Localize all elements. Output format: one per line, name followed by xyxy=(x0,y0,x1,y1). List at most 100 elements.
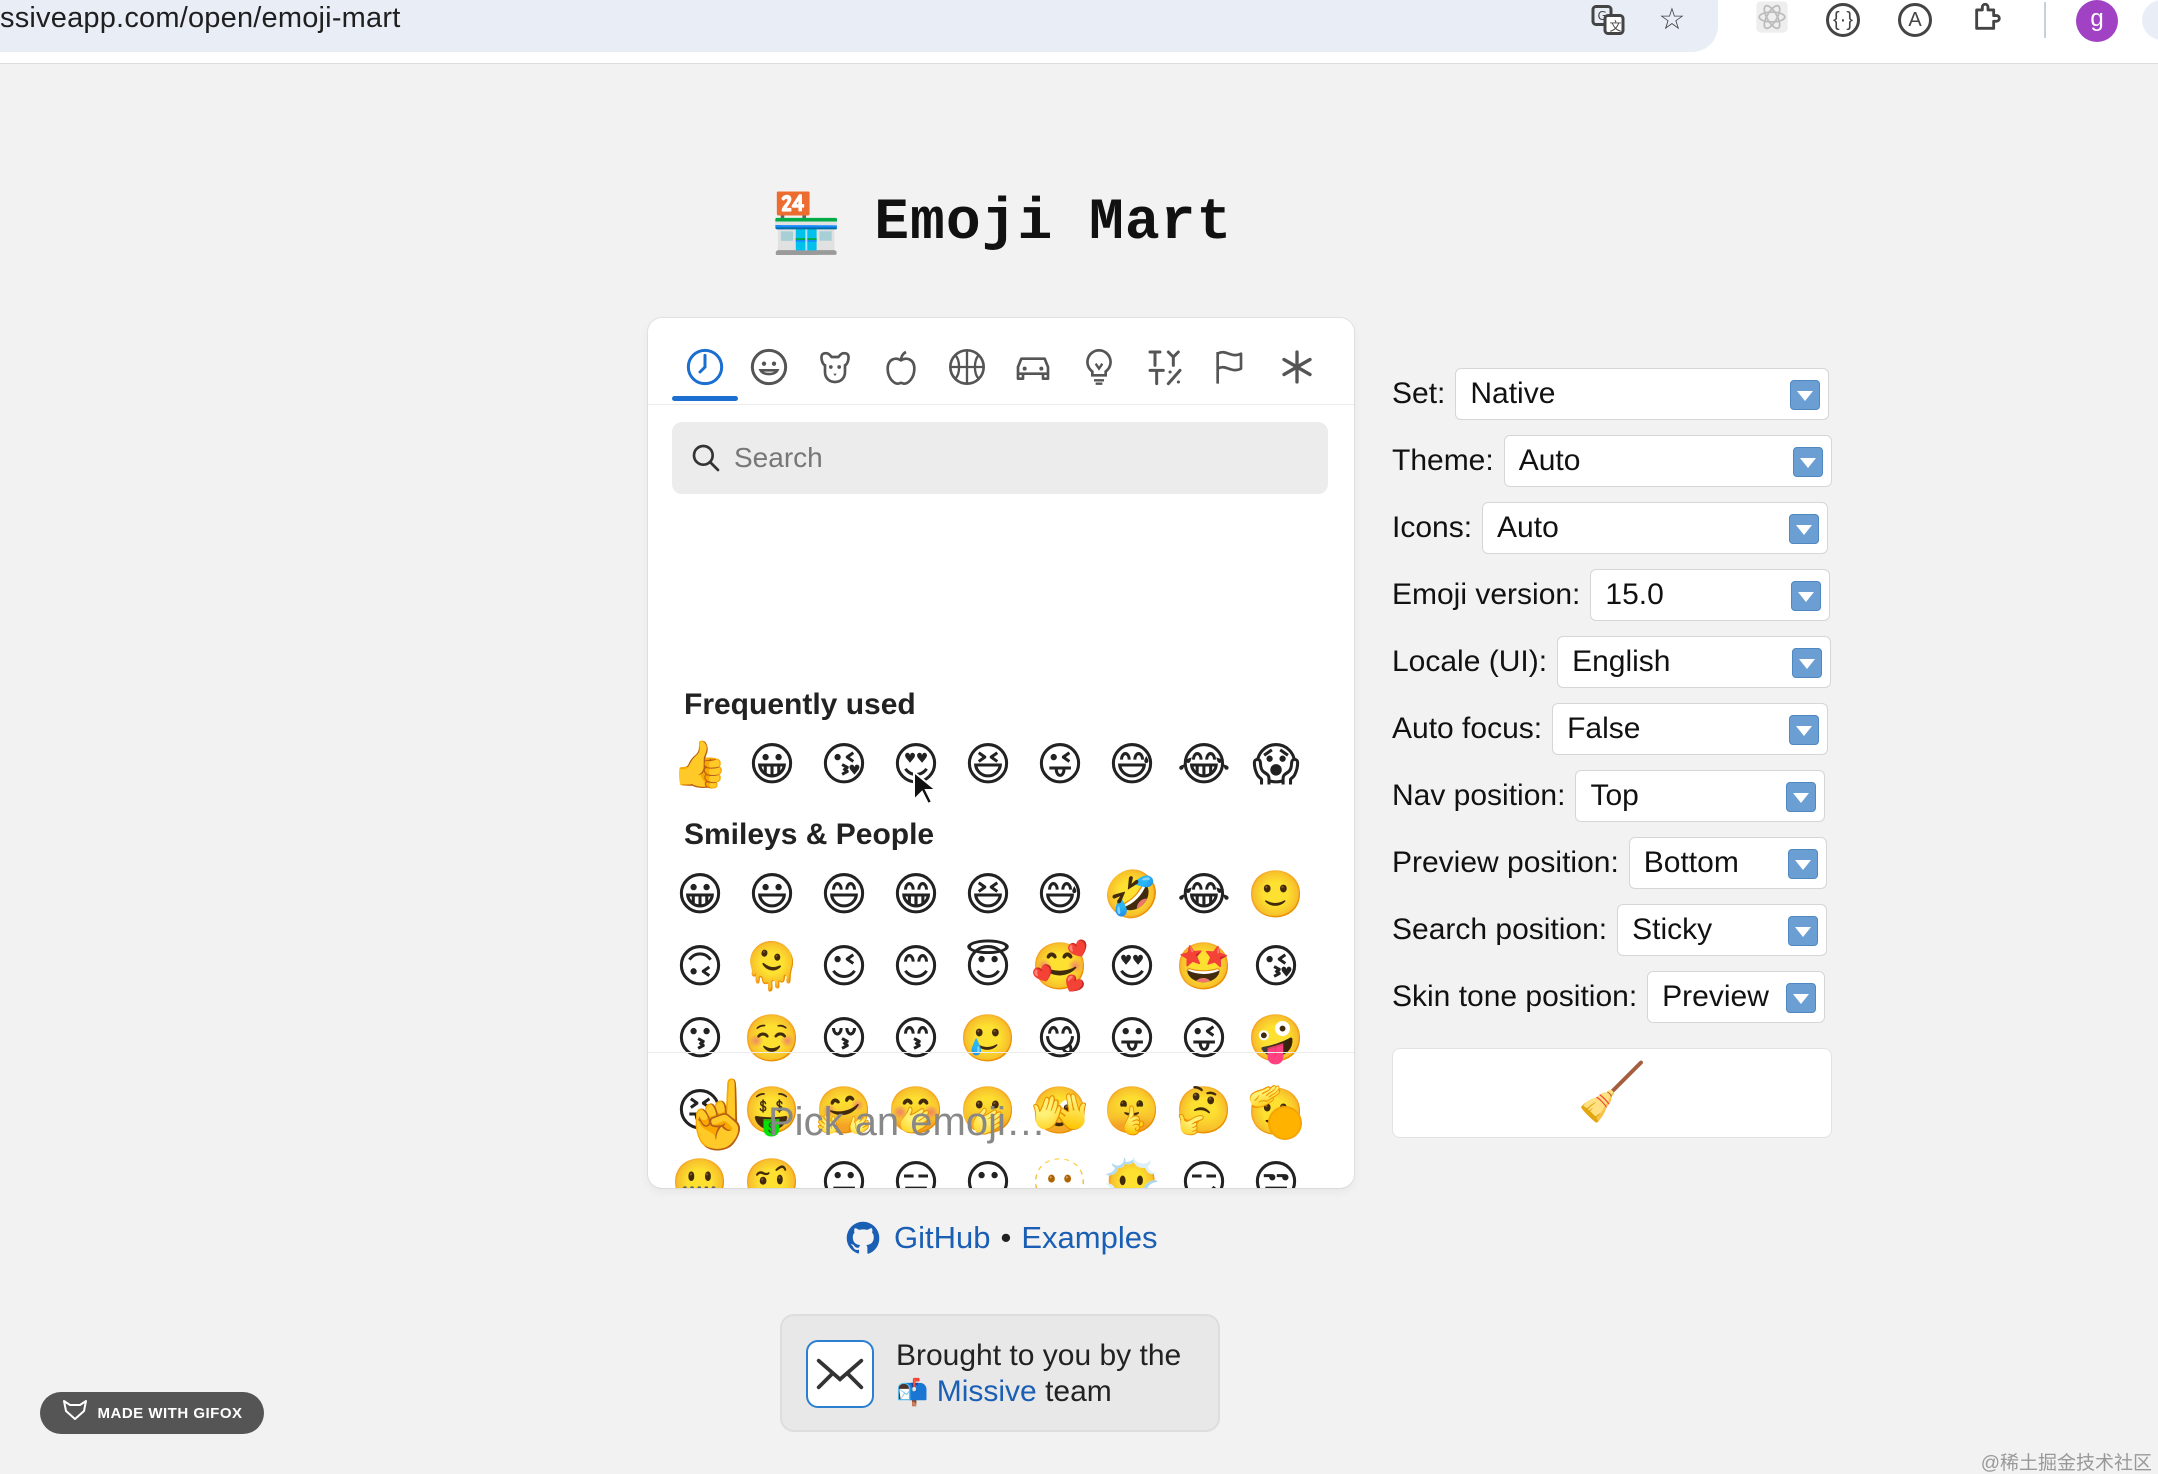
search-input[interactable] xyxy=(734,436,1294,480)
emoji-button[interactable]: 🥰 xyxy=(1024,930,1096,1002)
emoji-button[interactable]: 😏 xyxy=(1168,1146,1240,1188)
emoji-button[interactable]: 😇 xyxy=(952,930,1024,1002)
emoji-button[interactable]: 🙂 xyxy=(1240,858,1312,930)
emoji-button[interactable]: 😍 xyxy=(1096,930,1168,1002)
svg-text:G: G xyxy=(1598,9,1607,23)
json-viewer-icon[interactable]: {·} xyxy=(1826,3,1860,37)
nav-asterisk-icon[interactable] xyxy=(1264,332,1330,402)
emoji-button[interactable]: 🙃 xyxy=(664,930,736,1002)
emoji-button[interactable]: 😂 xyxy=(1168,858,1240,930)
emoji-button[interactable]: 😄 xyxy=(808,858,880,930)
emoji-button[interactable]: 👍 xyxy=(664,728,736,800)
search-position-select[interactable]: Sticky xyxy=(1617,904,1828,956)
emoji-button[interactable]: 😊 xyxy=(880,930,952,1002)
nav-position-select[interactable]: Top xyxy=(1575,770,1826,822)
auto-focus-select[interactable]: False xyxy=(1552,703,1829,755)
emoji-button[interactable]: 😶‍🌫️ xyxy=(1096,1146,1168,1188)
examples-link[interactable]: Examples xyxy=(1021,1220,1157,1256)
emoji-button[interactable]: 😂 xyxy=(1168,728,1240,800)
theme-select[interactable]: Auto xyxy=(1503,435,1832,487)
nav-basketball-icon[interactable] xyxy=(934,332,1000,402)
emoji-button[interactable]: 😜 xyxy=(1024,728,1096,800)
setting-row-search-position: Search position: Sticky xyxy=(1392,902,1828,958)
gifox-label: MADE WITH GIFOX xyxy=(97,1404,243,1422)
emoji-button[interactable]: 😉 xyxy=(808,930,880,1002)
emoji-button[interactable]: 😋 xyxy=(1024,1002,1096,1074)
setting-row-nav-position: Nav position: Top xyxy=(1392,768,1826,824)
nav-apple-icon[interactable] xyxy=(868,332,934,402)
emoji-button[interactable]: 😆 xyxy=(952,728,1024,800)
section-title-frequent: Frequently used xyxy=(684,688,916,721)
set-select[interactable]: Native xyxy=(1455,368,1830,420)
emoji-version-select[interactable]: 15.0 xyxy=(1590,569,1831,621)
react-devtools-icon[interactable] xyxy=(1752,0,1792,40)
setting-row-emoji-version: Emoji version: 15.0 xyxy=(1392,567,1831,623)
nav-symbols-icon[interactable] xyxy=(1132,332,1198,402)
emoji-button[interactable]: 😀 xyxy=(664,858,736,930)
emoji-button[interactable]: 😁 xyxy=(880,858,952,930)
select-value: Sticky xyxy=(1632,913,1713,946)
nav-smiley-icon[interactable] xyxy=(736,332,802,402)
chevron-down-icon xyxy=(1789,514,1820,544)
emoji-button[interactable]: 😘 xyxy=(1240,930,1312,1002)
emoji-button[interactable]: 😘 xyxy=(808,728,880,800)
select-value: Auto xyxy=(1518,444,1581,477)
menu-button-edge[interactable] xyxy=(2142,0,2158,40)
watermark: @稀土掘金技术社区 xyxy=(1980,1453,2152,1474)
emoji-button[interactable]: 😗 xyxy=(664,1002,736,1074)
emoji-button[interactable]: 😅 xyxy=(1096,728,1168,800)
nav-car-icon[interactable] xyxy=(1000,332,1066,402)
chevron-down-icon xyxy=(1792,447,1823,477)
emoji-button[interactable]: 😑 xyxy=(880,1146,952,1188)
skin-tone-button[interactable] xyxy=(1268,1106,1302,1140)
footer-links: GitHub • Examples xyxy=(846,1218,1157,1258)
github-link[interactable]: GitHub xyxy=(894,1220,990,1256)
search-bar[interactable] xyxy=(672,422,1328,494)
extensions-puzzle-icon[interactable] xyxy=(1968,0,2008,40)
missive-banner[interactable]: Brought to you by the 📬 Missive team xyxy=(780,1314,1220,1432)
emoji-button[interactable]: 😐 xyxy=(808,1146,880,1188)
emoji-button[interactable]: 🤪 xyxy=(1240,1002,1312,1074)
url-text[interactable]: ssiveapp.com/open/emoji-mart xyxy=(0,2,400,35)
emoji-button[interactable]: 🤩 xyxy=(1168,930,1240,1002)
nav-dog-icon[interactable] xyxy=(802,332,868,402)
icons-select[interactable]: Auto xyxy=(1482,502,1829,554)
emoji-button[interactable]: 😱 xyxy=(1240,728,1312,800)
emoji-button[interactable]: 🫠 xyxy=(736,930,808,1002)
emoji-button[interactable]: 🤫 xyxy=(1096,1074,1168,1146)
emoji-button[interactable]: 🥲 xyxy=(952,1002,1024,1074)
translate-icon[interactable]: G文 xyxy=(1588,2,1628,42)
nav-frequent-clock-icon[interactable] xyxy=(672,332,738,402)
font-extension-icon[interactable]: A xyxy=(1898,3,1932,37)
emoji-button[interactable]: 😙 xyxy=(880,1002,952,1074)
missive-link[interactable]: Missive xyxy=(937,1375,1037,1408)
emoji-button[interactable]: 🤔 xyxy=(1168,1074,1240,1146)
setting-label: Locale (UI): xyxy=(1392,645,1548,678)
emoji-button[interactable]: 😜 xyxy=(1168,1002,1240,1074)
preview-position-select[interactable]: Bottom xyxy=(1628,837,1827,889)
svg-text:文: 文 xyxy=(1610,19,1622,34)
toolbar-separator xyxy=(2044,2,2046,38)
mailbox-icon: 📬 xyxy=(896,1378,929,1408)
emoji-button[interactable]: 😀 xyxy=(736,728,808,800)
bookmark-star-icon[interactable]: ☆ xyxy=(1652,2,1692,42)
emoji-button[interactable]: 🫥 xyxy=(1024,1146,1096,1188)
emoji-button[interactable]: 😚 xyxy=(808,1002,880,1074)
emoji-button[interactable]: 😃 xyxy=(736,858,808,930)
emoji-button[interactable]: ☺️ xyxy=(736,1002,808,1074)
address-bar[interactable]: ssiveapp.com/open/emoji-mart G文 ☆ xyxy=(0,0,1718,52)
nav-flags-icon[interactable] xyxy=(1198,332,1264,402)
emoji-button[interactable]: 😒 xyxy=(1240,1146,1312,1188)
emoji-button[interactable]: 😅 xyxy=(1024,858,1096,930)
preview-emoji: ☝️ xyxy=(678,1076,761,1153)
emoji-button[interactable]: 🤣 xyxy=(1096,858,1168,930)
reset-broom-button[interactable]: 🧹 xyxy=(1392,1048,1832,1138)
locale-select[interactable]: English xyxy=(1557,636,1832,688)
emoji-button[interactable]: 😛 xyxy=(1096,1002,1168,1074)
emoji-button[interactable]: 😆 xyxy=(952,858,1024,930)
profile-avatar[interactable]: g xyxy=(2076,0,2118,42)
nav-lightbulb-icon[interactable] xyxy=(1066,332,1132,402)
emoji-button[interactable]: 😶 xyxy=(952,1146,1024,1188)
section-title-smileys: Smileys & People xyxy=(684,818,935,851)
skin-tone-position-select[interactable]: Preview xyxy=(1647,971,1826,1023)
